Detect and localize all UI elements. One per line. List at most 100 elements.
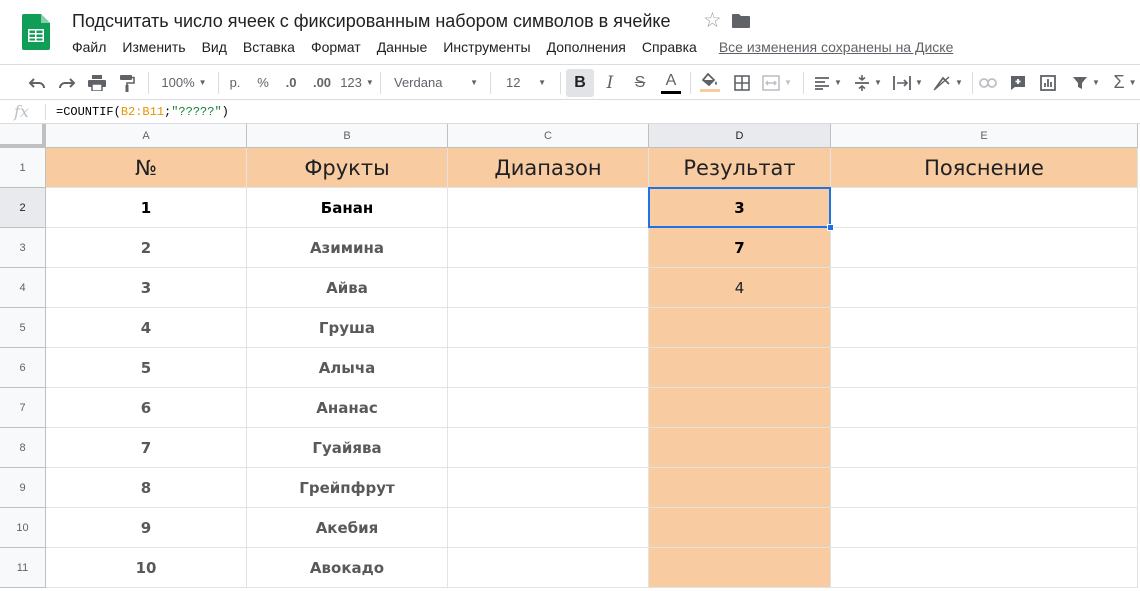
header-cell-c[interactable]: Диапазон bbox=[448, 148, 649, 188]
cell-e2[interactable] bbox=[831, 188, 1138, 228]
header-cell-b[interactable]: Фрукты bbox=[247, 148, 448, 188]
cell-d2[interactable]: 3 bbox=[649, 188, 831, 228]
cell-b3[interactable]: Азимина bbox=[247, 228, 448, 268]
header-cell-d[interactable]: Результат bbox=[649, 148, 831, 188]
header-cell-e[interactable]: Пояснение bbox=[831, 148, 1138, 188]
cell-d6[interactable] bbox=[649, 348, 831, 388]
cell-e5[interactable] bbox=[831, 308, 1138, 348]
cell-c6[interactable] bbox=[448, 348, 649, 388]
row-header-7[interactable]: 7 bbox=[0, 388, 46, 428]
insert-chart-button[interactable] bbox=[1036, 65, 1060, 100]
text-rotation-button[interactable]: ▼ bbox=[930, 65, 966, 100]
cell-e9[interactable] bbox=[831, 468, 1138, 508]
cell-d7[interactable] bbox=[649, 388, 831, 428]
cell-c8[interactable] bbox=[448, 428, 649, 468]
cell-c2[interactable] bbox=[448, 188, 649, 228]
row-header-9[interactable]: 9 bbox=[0, 468, 46, 508]
cell-d10[interactable] bbox=[649, 508, 831, 548]
column-header-e[interactable]: E bbox=[831, 124, 1138, 148]
fill-color-button[interactable] bbox=[697, 65, 723, 100]
menu-view[interactable]: Вид bbox=[194, 38, 235, 56]
font-size-select[interactable]: 12 ▼ bbox=[498, 65, 554, 100]
formula-input[interactable]: =COUNTIF(B2:B11;"?????") bbox=[56, 105, 229, 119]
cell-b11[interactable]: Авокадо bbox=[247, 548, 448, 588]
cell-a4[interactable]: 3 bbox=[46, 268, 247, 308]
cell-e11[interactable] bbox=[831, 548, 1138, 588]
column-header-a[interactable]: A bbox=[46, 124, 247, 148]
cell-a2[interactable]: 1 bbox=[46, 188, 247, 228]
cell-e7[interactable] bbox=[831, 388, 1138, 428]
bold-button[interactable]: B bbox=[566, 69, 594, 97]
cell-a7[interactable]: 6 bbox=[46, 388, 247, 428]
row-header-2[interactable]: 2 bbox=[0, 188, 46, 228]
horizontal-align-button[interactable]: ▼ bbox=[810, 65, 846, 100]
fill-handle[interactable] bbox=[827, 224, 834, 231]
currency-format-button[interactable]: р. bbox=[224, 65, 246, 100]
menu-help[interactable]: Справка bbox=[634, 38, 705, 56]
cell-d4[interactable]: 4 bbox=[649, 268, 831, 308]
menu-edit[interactable]: Изменить bbox=[114, 38, 193, 56]
cell-b6[interactable]: Алыча bbox=[247, 348, 448, 388]
menu-data[interactable]: Данные bbox=[369, 38, 436, 56]
print-button[interactable] bbox=[84, 65, 110, 100]
insert-comment-button[interactable] bbox=[1006, 65, 1030, 100]
row-header-3[interactable]: 3 bbox=[0, 228, 46, 268]
cell-e3[interactable] bbox=[831, 228, 1138, 268]
menu-tools[interactable]: Инструменты bbox=[435, 38, 538, 56]
percent-format-button[interactable]: % bbox=[252, 65, 274, 100]
italic-button[interactable]: I bbox=[598, 65, 622, 100]
cell-e10[interactable] bbox=[831, 508, 1138, 548]
row-header-8[interactable]: 8 bbox=[0, 428, 46, 468]
cell-e8[interactable] bbox=[831, 428, 1138, 468]
filter-button[interactable]: ▼ bbox=[1066, 65, 1106, 100]
text-wrap-button[interactable]: ▼ bbox=[890, 65, 926, 100]
cell-b7[interactable]: Ананас bbox=[247, 388, 448, 428]
undo-button[interactable] bbox=[24, 65, 50, 100]
cell-e4[interactable] bbox=[831, 268, 1138, 308]
cell-c4[interactable] bbox=[448, 268, 649, 308]
cell-c5[interactable] bbox=[448, 308, 649, 348]
sheets-logo-icon[interactable] bbox=[22, 14, 50, 50]
cell-a5[interactable]: 4 bbox=[46, 308, 247, 348]
cell-c3[interactable] bbox=[448, 228, 649, 268]
cell-c9[interactable] bbox=[448, 468, 649, 508]
strikethrough-button[interactable]: S bbox=[628, 65, 652, 100]
cell-d5[interactable] bbox=[649, 308, 831, 348]
column-header-c[interactable]: C bbox=[448, 124, 649, 148]
paint-format-button[interactable] bbox=[114, 65, 140, 100]
cell-d3[interactable]: 7 bbox=[649, 228, 831, 268]
row-header-6[interactable]: 6 bbox=[0, 348, 46, 388]
menu-format[interactable]: Формат bbox=[303, 38, 369, 56]
cell-a3[interactable]: 2 bbox=[46, 228, 247, 268]
zoom-select[interactable]: 100% ▼ bbox=[156, 65, 212, 100]
column-header-d[interactable]: D bbox=[649, 124, 831, 148]
menu-file[interactable]: Файл bbox=[64, 38, 114, 56]
cell-b10[interactable]: Акебия bbox=[247, 508, 448, 548]
cell-b8[interactable]: Гуайява bbox=[247, 428, 448, 468]
cell-a10[interactable]: 9 bbox=[46, 508, 247, 548]
menu-addons[interactable]: Дополнения bbox=[539, 38, 634, 56]
cell-b5[interactable]: Груша bbox=[247, 308, 448, 348]
cell-a9[interactable]: 8 bbox=[46, 468, 247, 508]
row-header-10[interactable]: 10 bbox=[0, 508, 46, 548]
cell-a11[interactable]: 10 bbox=[46, 548, 247, 588]
cell-b4[interactable]: Айва bbox=[247, 268, 448, 308]
insert-link-button[interactable] bbox=[976, 65, 1000, 100]
row-header-5[interactable]: 5 bbox=[0, 308, 46, 348]
star-icon[interactable]: ☆ bbox=[703, 10, 722, 31]
decrease-decimal-button[interactable]: .0 bbox=[280, 65, 302, 100]
font-family-select[interactable]: Verdana ▼ bbox=[388, 65, 484, 100]
menu-insert[interactable]: Вставка bbox=[235, 38, 303, 56]
cell-d11[interactable] bbox=[649, 548, 831, 588]
cell-b2[interactable]: Банан bbox=[247, 188, 448, 228]
cell-a8[interactable]: 7 bbox=[46, 428, 247, 468]
row-header-4[interactable]: 4 bbox=[0, 268, 46, 308]
row-header-11[interactable]: 11 bbox=[0, 548, 46, 588]
functions-button[interactable]: Σ ▼ bbox=[1110, 65, 1140, 100]
save-status-link[interactable]: Все изменения сохранены на Диске bbox=[719, 38, 954, 56]
text-color-button[interactable]: A bbox=[658, 65, 684, 100]
cell-a6[interactable]: 5 bbox=[46, 348, 247, 388]
cell-e6[interactable] bbox=[831, 348, 1138, 388]
column-header-b[interactable]: B bbox=[247, 124, 448, 148]
cell-d9[interactable] bbox=[649, 468, 831, 508]
